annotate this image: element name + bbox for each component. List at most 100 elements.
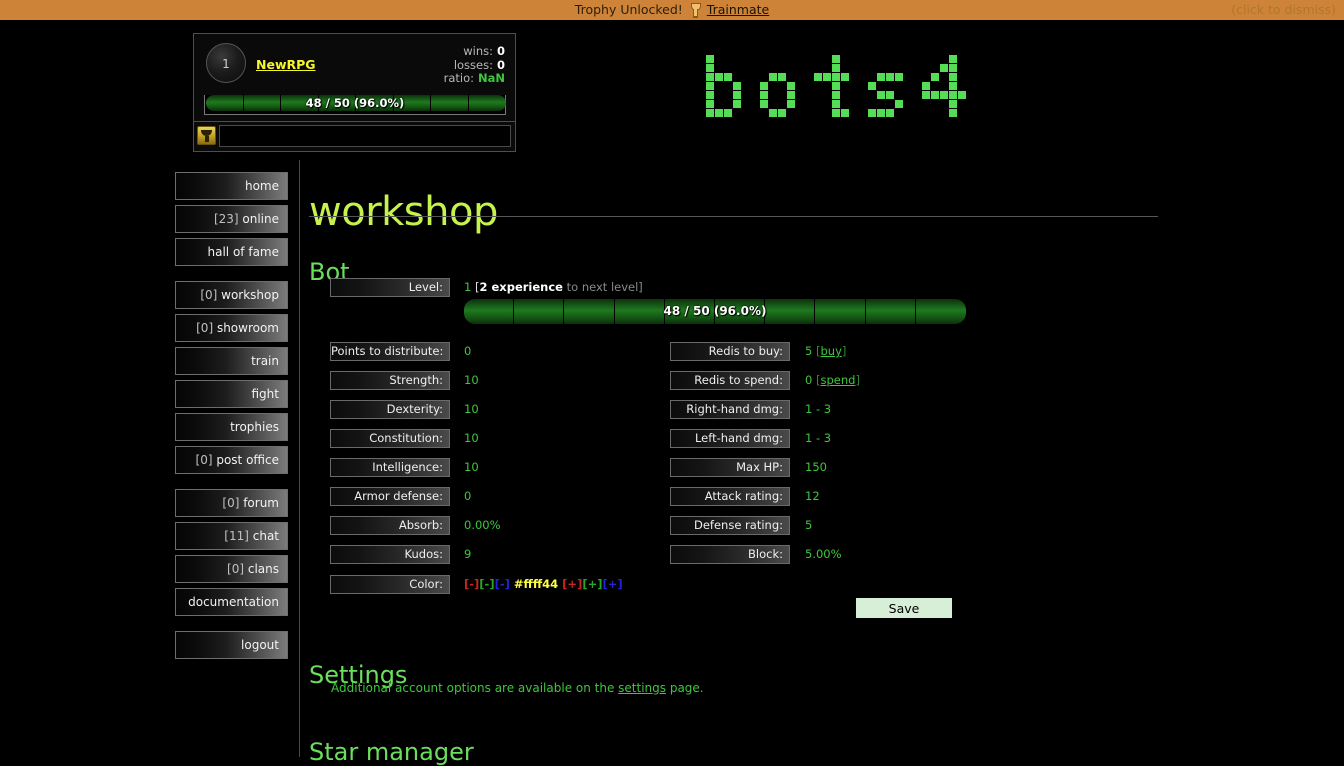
stat-value: 0 [464, 342, 471, 361]
settings-note: Additional account options are available… [331, 681, 704, 695]
sidebar-item-home[interactable]: home [175, 172, 288, 200]
trophy-notification-bar[interactable]: Trophy Unlocked! Trainmate (click to dis… [0, 0, 1344, 20]
logo-pixel [886, 73, 894, 81]
logo-pixel [931, 91, 939, 99]
profile-xp-text: 48 / 50 (96.0%) [305, 96, 405, 110]
stat-label: Right-hand dmg: [670, 400, 790, 419]
settings-note-before: Additional account options are available… [331, 681, 619, 695]
color-increment-red[interactable]: [+] [562, 577, 582, 591]
trophy-name-link[interactable]: Trainmate [707, 2, 769, 17]
trophy-display-strip [219, 125, 511, 147]
logo-pixel [724, 73, 732, 81]
stat-number: 9 [464, 547, 472, 561]
logo-pixel [895, 100, 903, 108]
stat-value: 5 [805, 516, 812, 535]
stat-label: Redis to spend: [670, 371, 790, 390]
stat-label: Defense rating: [670, 516, 790, 535]
logo-pixel [931, 73, 939, 81]
ratio-label: ratio: [443, 71, 474, 85]
logo-pixel [886, 91, 894, 99]
xp-amount: 2 experience [479, 280, 563, 294]
sidebar-item-logout[interactable]: logout [175, 631, 288, 659]
stat-number: 1 - 3 [805, 402, 832, 416]
stat-label: Absorb: [330, 516, 450, 535]
stat-value: 0 [spend] [805, 371, 860, 390]
stat-value: 150 [805, 458, 827, 477]
sidebar-item-label: fight [251, 387, 280, 401]
logo-pixel [769, 109, 777, 117]
bots4-logo-svg [706, 55, 966, 117]
logo-pixel [832, 109, 840, 117]
logo-pixel [769, 73, 777, 81]
record-row-losses: losses: 0 [444, 57, 505, 73]
stat-action-link-buy[interactable]: buy [820, 344, 841, 358]
sidebar-item-hall-of-fame[interactable]: hall of fame [175, 238, 288, 266]
sidebar-item-online[interactable]: [23] online [175, 205, 288, 233]
logo-pixel [706, 55, 714, 63]
stat-number: 5 [805, 518, 813, 532]
save-changes-button[interactable]: Save changes [855, 597, 953, 636]
losses-value: 0 [496, 57, 505, 72]
sidebar-item-label: workshop [221, 288, 279, 302]
settings-note-after: page. [666, 681, 704, 695]
logo-pixel [760, 82, 768, 90]
profile-username-link[interactable]: NewRPG [256, 57, 316, 72]
dismiss-hint[interactable]: (click to dismiss) [1231, 0, 1336, 20]
sidebar-item-count: [0] [196, 321, 217, 335]
logo-pixel [778, 109, 786, 117]
logo-pixel [832, 64, 840, 72]
stat-number: 10 [464, 460, 479, 474]
settings-page-link[interactable]: settings [618, 681, 666, 695]
sidebar-item-post-office[interactable]: [0] post office [175, 446, 288, 474]
avatar[interactable]: 1 [206, 43, 246, 83]
stat-number: 10 [464, 373, 479, 387]
stat-action-link-spend[interactable]: spend [820, 373, 855, 387]
logo-pixel [832, 55, 840, 63]
stat-label: Attack rating: [670, 487, 790, 506]
stat-number: 150 [805, 460, 827, 474]
logo-pixel [922, 91, 930, 99]
color-increment-green[interactable]: [+] [582, 577, 602, 591]
stat-number: 1 - 3 [805, 431, 832, 445]
sidebar-item-clans[interactable]: [0] clans [175, 555, 288, 583]
sidebar-item-label: train [251, 354, 279, 368]
sidebar-item-workshop[interactable]: [0] workshop [175, 281, 288, 309]
sidebar-item-documentation[interactable]: documentation [175, 588, 288, 616]
logo-pixel [832, 73, 840, 81]
logo-pixel [733, 82, 741, 90]
stat-number: 12 [805, 489, 820, 503]
profile-card-top: 1 NewRPG wins: 0 losses: 0 ratio: NaN 48 / … [194, 34, 515, 122]
logo-pixel [724, 109, 732, 117]
win-loss-record: wins: 0 losses: 0 ratio: NaN [443, 44, 505, 86]
logo-pixel [706, 73, 714, 81]
sidebar-item-chat[interactable]: [11] chat [175, 522, 288, 550]
trophy-icon[interactable] [197, 126, 216, 145]
logo-pixel [877, 73, 885, 81]
logo-pixel [706, 82, 714, 90]
sidebar-item-showroom[interactable]: [0] showroom [175, 314, 288, 342]
sidebar-item-fight[interactable]: fight [175, 380, 288, 408]
stat-value: 1 - 3 [805, 400, 831, 419]
color-decrement-blue[interactable]: [-] [495, 577, 510, 591]
color-decrement-red[interactable]: [-] [464, 577, 479, 591]
logo-pixel [949, 64, 957, 72]
logo-pixel [787, 100, 795, 108]
stat-label: Redis to buy: [670, 342, 790, 361]
sidebar-item-forum[interactable]: [0] forum [175, 489, 288, 517]
color-increment-blue[interactable]: [+] [602, 577, 622, 591]
sidebar-item-train[interactable]: train [175, 347, 288, 375]
wins-label: wins: [463, 44, 493, 58]
stat-number: 0.00% [464, 518, 501, 532]
logo-pixel [949, 82, 957, 90]
logo-pixel [949, 73, 957, 81]
stat-label: Block: [670, 545, 790, 564]
color-decrement-green[interactable]: [-] [479, 577, 494, 591]
logo-pixel [958, 91, 966, 99]
color-hex-value: #ffff44 [513, 577, 559, 591]
stat-value-level: 1 [2 experience to next level] [464, 278, 643, 297]
sidebar-item-trophies[interactable]: trophies [175, 413, 288, 441]
bot-xp-bar: 48 / 50 (96.0%) [464, 299, 966, 324]
logo-pixel [841, 73, 849, 81]
stat-number: 5.00% [805, 547, 842, 561]
sidebar-item-label: documentation [188, 595, 279, 609]
